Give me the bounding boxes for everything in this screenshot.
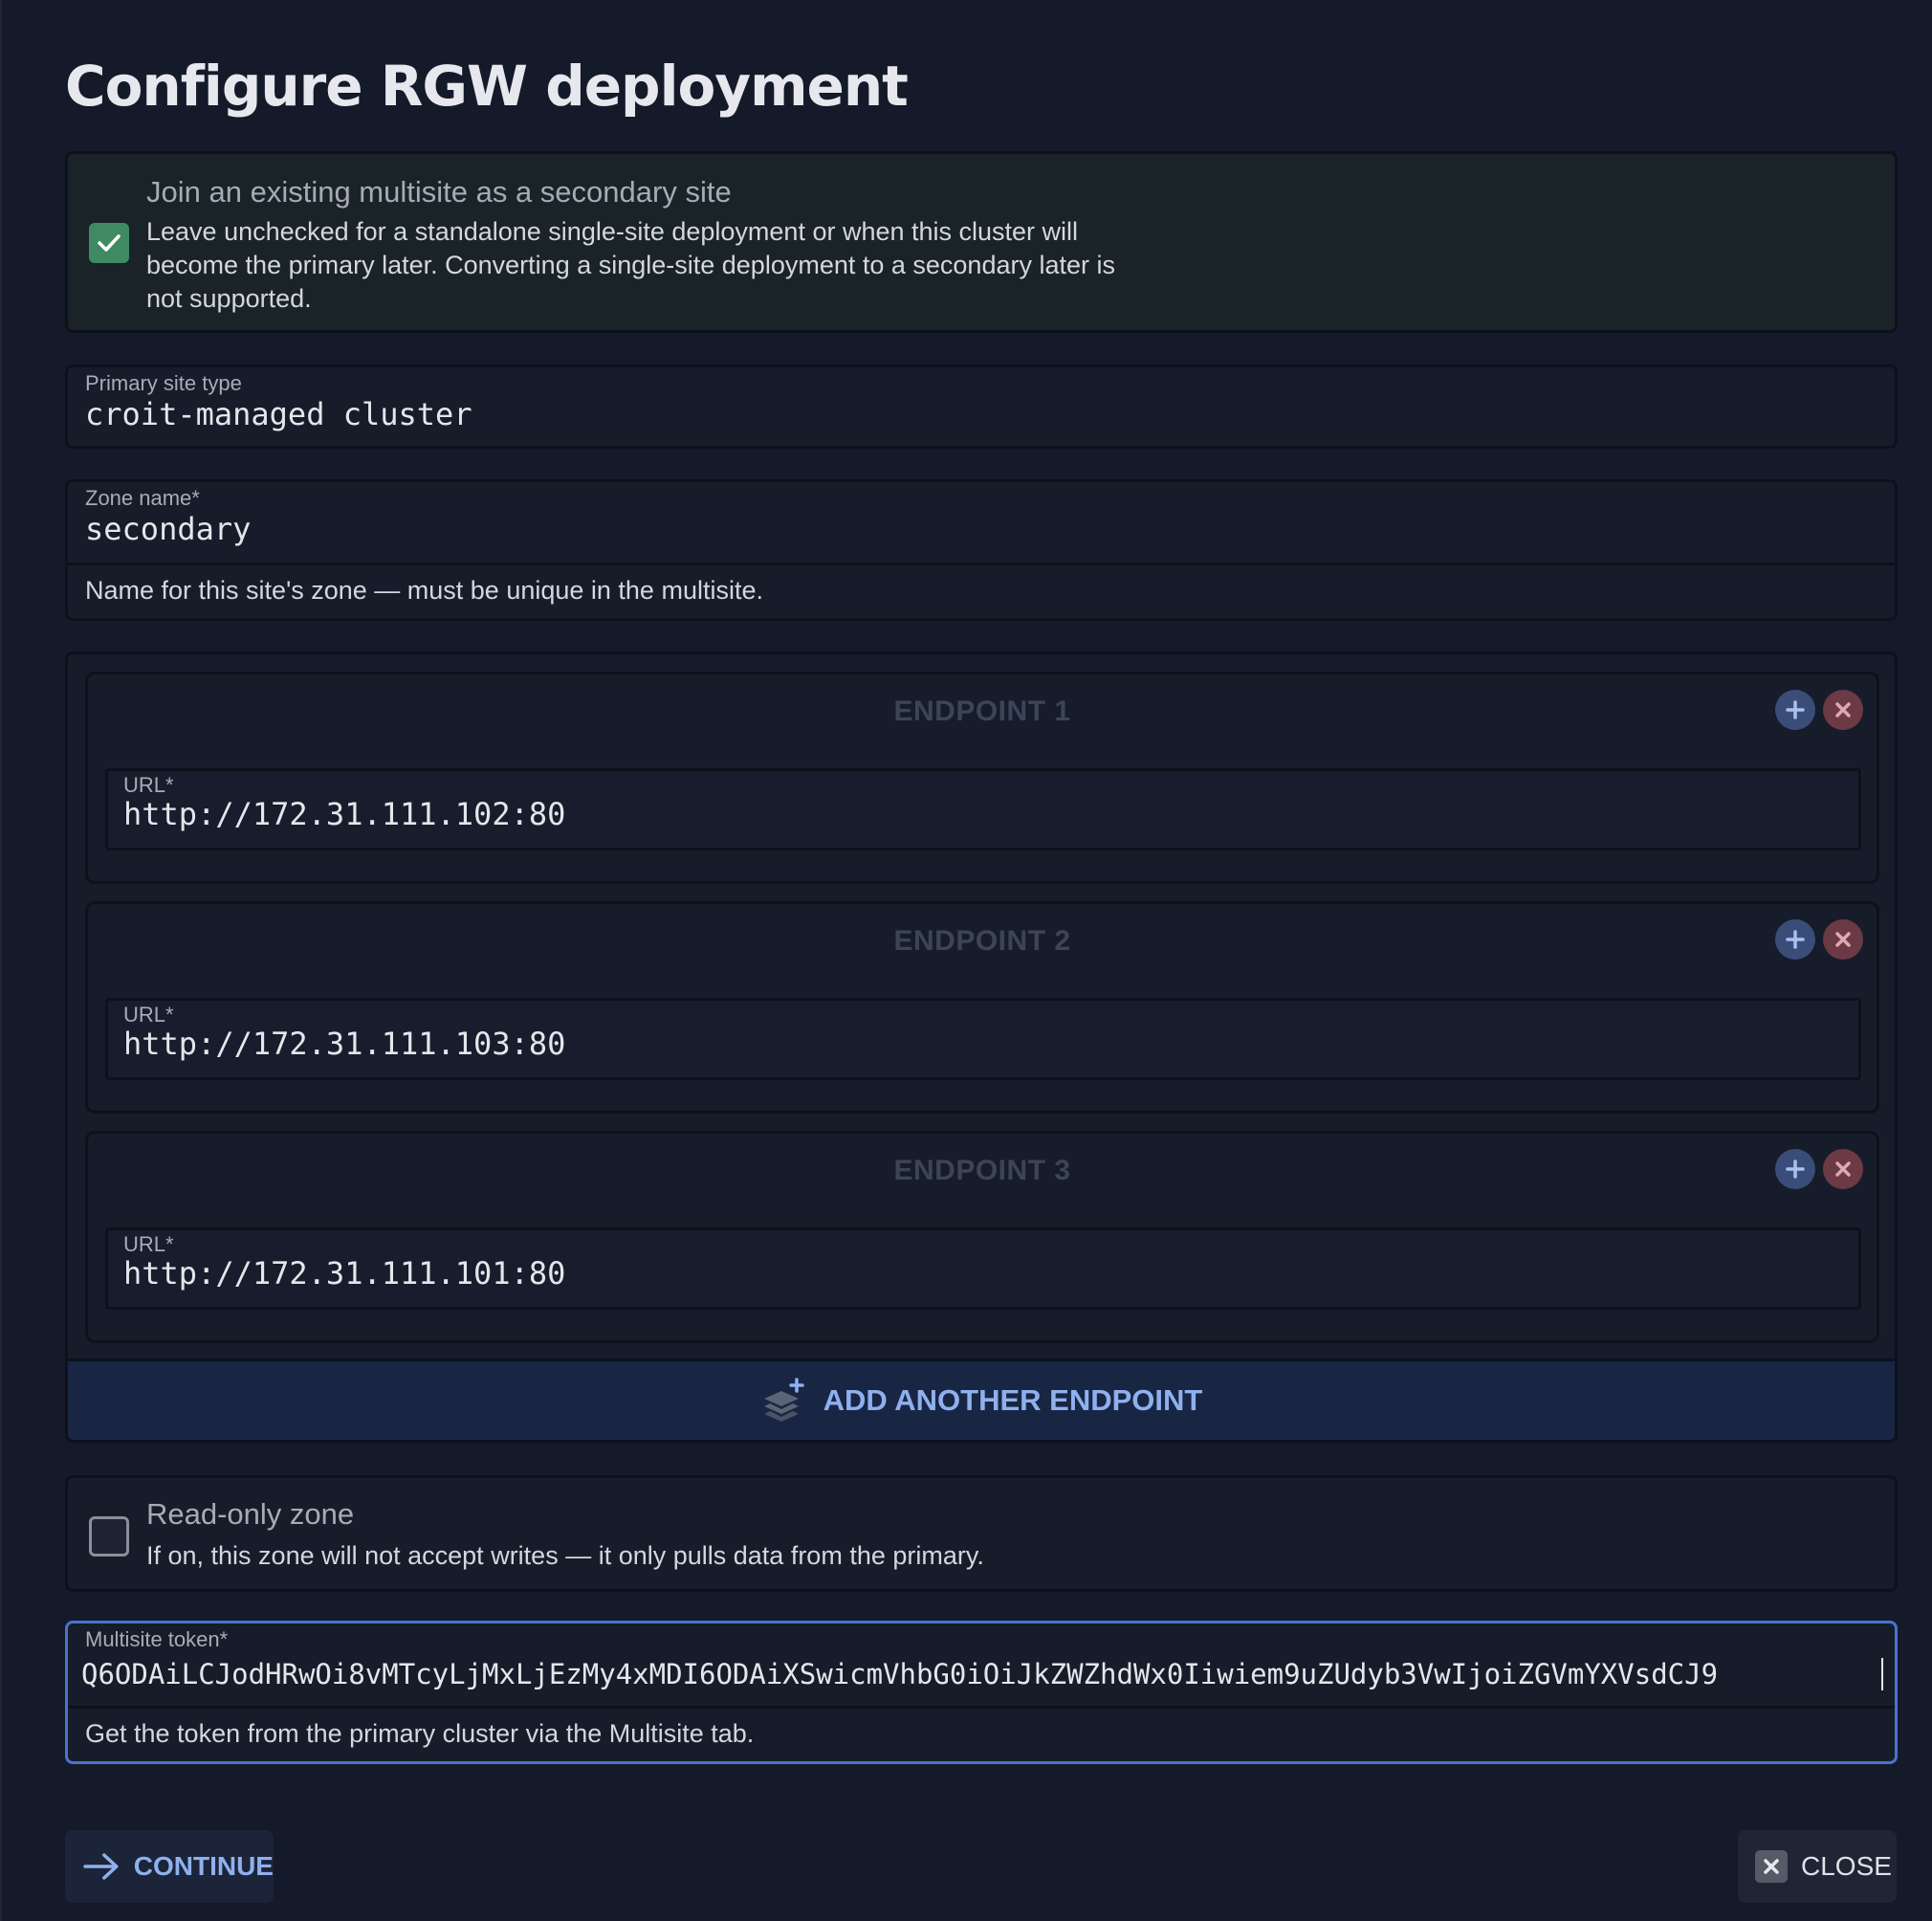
read-only-zone-panel[interactable]: Read-only zone If on, this zone will not… xyxy=(65,1475,1898,1592)
join-multisite-checkbox[interactable] xyxy=(89,223,129,263)
arrow-right-icon xyxy=(83,1853,119,1880)
layers-add-icon xyxy=(763,1378,804,1422)
join-multisite-panel[interactable]: Join an existing multisite as a secondar… xyxy=(65,151,1898,333)
read-only-zone-checkbox[interactable] xyxy=(89,1516,129,1557)
add-endpoint-icon-button[interactable] xyxy=(1775,1149,1815,1189)
zone-name-label: Zone name* xyxy=(85,486,200,510)
join-multisite-label: Join an existing multisite as a secondar… xyxy=(146,175,732,209)
primary-site-type-field[interactable]: Primary site type croit-managed cluster xyxy=(65,364,1898,449)
primary-site-type-value[interactable]: croit-managed cluster xyxy=(85,396,472,432)
close-icon xyxy=(1755,1850,1788,1883)
close-icon xyxy=(1835,1161,1851,1177)
remove-endpoint-button[interactable] xyxy=(1823,919,1863,960)
primary-site-type-label: Primary site type xyxy=(85,371,242,395)
remove-endpoint-button[interactable] xyxy=(1823,1149,1863,1189)
read-only-zone-label: Read-only zone xyxy=(146,1497,355,1531)
add-endpoint-icon-button[interactable] xyxy=(1775,690,1815,730)
join-multisite-help-line: not supported. xyxy=(146,284,312,313)
plus-icon xyxy=(1786,930,1805,949)
endpoint-url-input[interactable]: http://172.31.111.101:80 xyxy=(123,1255,565,1292)
divider xyxy=(68,563,1895,565)
remove-endpoint-button[interactable] xyxy=(1823,690,1863,730)
join-multisite-help-line: become the primary later. Converting a s… xyxy=(146,251,1116,279)
close-label: CLOSE xyxy=(1801,1851,1892,1881)
endpoint-url-label: URL* xyxy=(123,1003,174,1027)
multisite-token-help: Get the token from the primary cluster v… xyxy=(85,1719,755,1748)
endpoint-title: ENDPOINT 1 xyxy=(893,696,1071,727)
close-button[interactable]: CLOSE xyxy=(1738,1830,1897,1903)
checkmark-icon xyxy=(98,234,121,252)
endpoint-card: ENDPOINT 1 URL* http://172.31.111.102:80 xyxy=(85,672,1879,884)
endpoint-url-field[interactable]: URL* http://172.31.111.102:80 xyxy=(105,768,1861,850)
zone-name-field: Zone name* secondary Name for this site'… xyxy=(65,479,1898,621)
dialog-title: Configure RGW deployment xyxy=(65,54,909,119)
endpoint-card: ENDPOINT 2 URL* http://172.31.111.103:80 xyxy=(85,901,1879,1114)
endpoint-url-label: URL* xyxy=(123,773,174,797)
join-multisite-help-line: Leave unchecked for a standalone single-… xyxy=(146,217,1079,246)
join-multisite-help: Leave unchecked for a standalone single-… xyxy=(146,215,1218,316)
add-another-endpoint-label: ADD ANOTHER ENDPOINT xyxy=(823,1383,1203,1417)
multisite-token-label: Multisite token* xyxy=(85,1627,229,1651)
endpoints-panel: ENDPOINT 1 URL* http://172.31.111.102:80… xyxy=(65,651,1898,1443)
multisite-token-input[interactable]: Q6ODAiLCJodHRwOi8vMTcyLjMxLjEzMy4xMDI6OD… xyxy=(81,1658,1883,1690)
plus-icon xyxy=(1786,1159,1805,1179)
continue-label: CONTINUE xyxy=(133,1851,274,1881)
endpoint-title: ENDPOINT 3 xyxy=(893,1155,1071,1186)
zone-name-input[interactable]: secondary xyxy=(85,511,251,547)
continue-button[interactable]: CONTINUE xyxy=(65,1830,274,1903)
add-endpoint-icon-button[interactable] xyxy=(1775,919,1815,960)
divider xyxy=(68,1706,1895,1709)
endpoint-title: ENDPOINT 2 xyxy=(893,925,1071,957)
endpoint-card: ENDPOINT 3 URL* http://172.31.111.101:80 xyxy=(85,1131,1879,1343)
multisite-token-field: Multisite token* Q6ODAiLCJodHRwOi8vMTcyL… xyxy=(65,1621,1898,1764)
endpoint-url-label: URL* xyxy=(123,1232,174,1256)
zone-name-help: Name for this site's zone — must be uniq… xyxy=(85,576,763,605)
configure-rgw-dialog: Configure RGW deployment Join an existin… xyxy=(0,0,1932,1921)
endpoint-url-field[interactable]: URL* http://172.31.111.101:80 xyxy=(105,1227,1861,1310)
endpoint-url-input[interactable]: http://172.31.111.102:80 xyxy=(123,796,565,832)
multisite-token-value: Q6ODAiLCJodHRwOi8vMTcyLjMxLjEzMy4xMDI6OD… xyxy=(81,1658,1719,1690)
close-icon xyxy=(1835,932,1851,947)
endpoint-url-input[interactable]: http://172.31.111.103:80 xyxy=(123,1026,565,1062)
read-only-zone-help: If on, this zone will not accept writes … xyxy=(146,1541,984,1570)
plus-icon xyxy=(1786,700,1805,719)
add-another-endpoint-button[interactable]: ADD ANOTHER ENDPOINT xyxy=(68,1358,1895,1440)
close-icon xyxy=(1835,702,1851,718)
endpoint-url-field[interactable]: URL* http://172.31.111.103:80 xyxy=(105,998,1861,1080)
